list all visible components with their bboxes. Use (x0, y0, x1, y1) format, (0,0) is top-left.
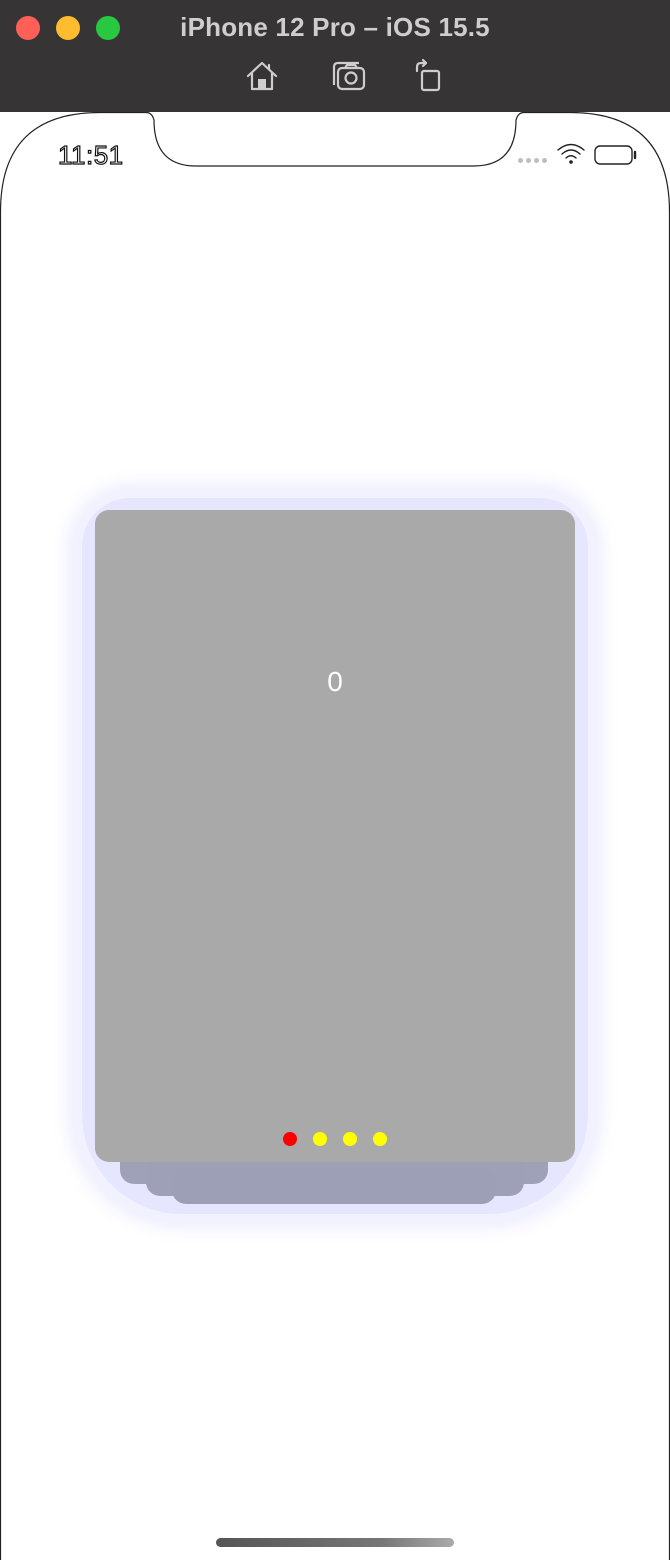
rotate-button[interactable] (411, 58, 447, 94)
screenshot-icon (332, 61, 366, 91)
card-number: 0 (327, 666, 343, 697)
stacked-card (172, 1168, 496, 1204)
page-dot[interactable] (373, 1132, 387, 1146)
page-dot[interactable] (313, 1132, 327, 1146)
status-time: 11:51 (57, 139, 124, 170)
page-indicator[interactable] (95, 1132, 575, 1146)
rotate-icon (415, 58, 441, 92)
window-title: iPhone 12 Pro – iOS 15.5 (180, 12, 490, 42)
home-button[interactable] (244, 58, 280, 94)
screenshot-button[interactable] (331, 58, 367, 94)
home-icon (246, 61, 278, 91)
page-dot-active[interactable] (283, 1132, 297, 1146)
wifi-icon (557, 143, 585, 164)
swipe-card[interactable]: 0 (95, 510, 575, 1162)
home-indicator[interactable] (216, 1538, 454, 1547)
simulator-titlebar: iPhone 12 Pro – iOS 15.5 (0, 0, 670, 112)
page-dot[interactable] (343, 1132, 357, 1146)
cellular-signal-icon (518, 158, 548, 164)
battery-icon (594, 145, 637, 165)
